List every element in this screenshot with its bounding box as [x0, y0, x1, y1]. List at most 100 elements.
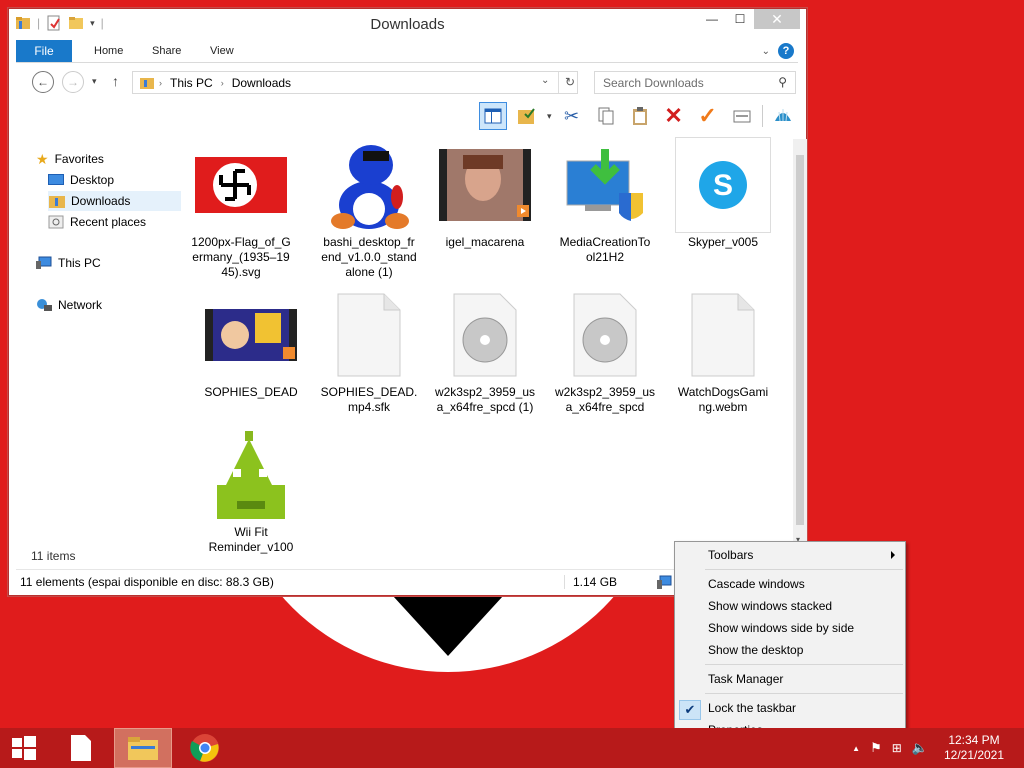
- search-icon[interactable]: ⚲: [778, 75, 787, 89]
- action-center-flag-icon[interactable]: ⚑: [870, 740, 882, 756]
- volume-icon[interactable]: 🔈: [912, 740, 928, 756]
- file-name-line: igel_macarena: [445, 235, 525, 249]
- nav-item-favorites[interactable]: ★ Favorites: [36, 149, 196, 169]
- chrome-icon: [190, 734, 219, 762]
- blank-document-icon: [71, 735, 91, 761]
- nav-item-desktop[interactable]: Desktop: [48, 170, 208, 190]
- tab-file[interactable]: File: [16, 40, 72, 62]
- forward-button[interactable]: →: [62, 71, 84, 93]
- file-item[interactable]: SOPHIES_DEAD. mp4.sfk: [313, 287, 425, 415]
- taskbar-file-explorer[interactable]: [114, 728, 172, 768]
- properties-button[interactable]: [728, 102, 756, 130]
- toolbar-dropdown-icon[interactable]: ▾: [547, 111, 552, 122]
- file-item[interactable]: 1200px-Flag_of_G ermany_(1935–19 45).svg: [185, 137, 297, 280]
- cut-button[interactable]: ✂: [558, 102, 586, 130]
- setup-thumbnail: [557, 137, 653, 233]
- breadcrumb-separator-icon: ›: [220, 77, 224, 88]
- menu-item-cascade-windows[interactable]: Cascade windows: [675, 574, 905, 594]
- help-icon[interactable]: ?: [778, 43, 794, 59]
- nav-item-this-pc[interactable]: This PC: [36, 253, 196, 273]
- rename-button[interactable]: ✓: [694, 102, 722, 130]
- breadcrumb-this-pc[interactable]: This PC: [170, 76, 213, 90]
- close-button[interactable]: ✕: [754, 9, 800, 29]
- file-item[interactable]: S Skyper_v005: [667, 137, 779, 250]
- nav-item-downloads[interactable]: Downloads: [48, 191, 181, 211]
- minimize-button[interactable]: —: [698, 9, 726, 29]
- refresh-icon[interactable]: ↻: [565, 75, 575, 89]
- paste-button[interactable]: [626, 102, 654, 130]
- explorer-window: | ▾ | Downloads — ☐ ✕ File Home Share Vi…: [8, 8, 807, 596]
- select-all-button[interactable]: [513, 102, 541, 130]
- file-name-line: w2k3sp2_3959_us: [554, 385, 656, 399]
- scrollbar-thumb[interactable]: [796, 155, 804, 525]
- delete-button[interactable]: ✕: [660, 102, 688, 130]
- file-item[interactable]: MediaCreationTo ol21H2: [549, 137, 661, 265]
- file-explorer-icon: [128, 737, 158, 760]
- address-dropdown-icon[interactable]: ⌄: [541, 75, 549, 86]
- title-bar[interactable]: | ▾ | Downloads — ☐ ✕: [9, 9, 806, 39]
- submenu-arrow-icon: [891, 551, 895, 559]
- breadcrumb-downloads[interactable]: Downloads: [232, 76, 291, 90]
- video-file-icon: [439, 149, 531, 221]
- folder-check-icon: [518, 108, 535, 124]
- clock-date: 12/21/2021: [943, 748, 1005, 762]
- taskbar[interactable]: ▲ ⚑ ⊞ 🔈 12:34 PM 12/21/2021: [0, 728, 1024, 768]
- copy-button[interactable]: [592, 102, 620, 130]
- address-bar[interactable]: › This PC › Downloads ⌄ ↻: [132, 71, 578, 94]
- up-button[interactable]: ↑: [112, 73, 119, 89]
- file-item[interactable]: w2k3sp2_3959_us a_x64fre_spcd (1): [429, 287, 541, 415]
- items-count: 11 items: [31, 549, 76, 563]
- expand-ribbon-icon[interactable]: ⌄: [762, 46, 770, 57]
- taskbar-chrome[interactable]: [176, 728, 234, 768]
- maximize-button[interactable]: ☐: [726, 9, 754, 29]
- file-item[interactable]: Wii Fit Reminder_v100: [195, 427, 307, 555]
- file-item[interactable]: SOPHIES_DEAD: [195, 287, 307, 400]
- file-name-line: Skyper_v005: [687, 235, 759, 249]
- taskbar-context-menu: Toolbars Cascade windows Show windows st…: [674, 541, 906, 744]
- tab-home[interactable]: Home: [80, 41, 137, 63]
- recent-places-icon: [48, 215, 64, 229]
- menu-item-show-side-by-side[interactable]: Show windows side by side: [675, 618, 905, 638]
- file-name-line: w2k3sp2_3959_us: [434, 385, 536, 399]
- nav-label: Network: [58, 298, 103, 312]
- file-name-line: Wii Fit: [234, 525, 268, 539]
- back-button[interactable]: ←: [32, 71, 54, 93]
- computer-status-icon: [657, 575, 672, 589]
- file-item[interactable]: igel_macarena: [429, 137, 541, 250]
- shell-icon: [774, 109, 791, 122]
- nav-item-recent-places[interactable]: Recent places: [48, 212, 208, 232]
- computer-icon: [36, 256, 52, 269]
- shell-button[interactable]: [769, 102, 797, 130]
- file-name-line: bashi_desktop_fr: [323, 235, 415, 249]
- copy-icon: [598, 107, 614, 125]
- file-item[interactable]: bashi_desktop_fr end_v1.0.0_stand alone …: [313, 137, 425, 280]
- search-input[interactable]: Search Downloads ⚲: [594, 71, 796, 94]
- network-tray-icon[interactable]: ⊞: [892, 741, 902, 755]
- tab-share[interactable]: Share: [138, 41, 195, 63]
- menu-item-toolbars[interactable]: Toolbars: [675, 545, 905, 565]
- menu-item-task-manager[interactable]: Task Manager: [675, 669, 905, 689]
- nav-label: This PC: [58, 256, 101, 270]
- breadcrumb-separator-icon: ›: [159, 77, 162, 88]
- clipboard-icon: [632, 107, 647, 125]
- menu-item-lock-taskbar[interactable]: Lock the taskbar: [675, 698, 905, 718]
- preview-pane-button[interactable]: [479, 102, 507, 130]
- nav-item-network[interactable]: Network: [36, 295, 196, 315]
- wii-fit-thumbnail: [203, 427, 299, 523]
- taskbar-document-app[interactable]: [52, 728, 110, 768]
- system-clock[interactable]: 12:34 PM 12/21/2021: [934, 733, 1014, 763]
- disc-image-icon: [453, 293, 517, 377]
- file-item[interactable]: w2k3sp2_3959_us a_x64fre_spcd: [549, 287, 661, 415]
- tab-view[interactable]: View: [196, 41, 248, 63]
- file-name-line: 45).svg: [221, 265, 261, 279]
- start-button[interactable]: [0, 728, 48, 768]
- file-list-scrollbar[interactable]: ▾: [793, 139, 807, 549]
- menu-item-show-windows-stacked[interactable]: Show windows stacked: [675, 596, 905, 616]
- file-item[interactable]: WatchDogsGami ng.webm: [667, 287, 779, 415]
- disc-image-thumbnail: [557, 287, 653, 383]
- address-row: ← → ▾ ↑ › This PC › Downloads ⌄ ↻ Search…: [16, 67, 798, 97]
- recent-locations-icon[interactable]: ▾: [92, 76, 97, 87]
- menu-item-show-desktop[interactable]: Show the desktop: [675, 640, 905, 660]
- nav-label: Recent places: [70, 215, 147, 229]
- show-hidden-icons-icon[interactable]: ▲: [852, 744, 860, 753]
